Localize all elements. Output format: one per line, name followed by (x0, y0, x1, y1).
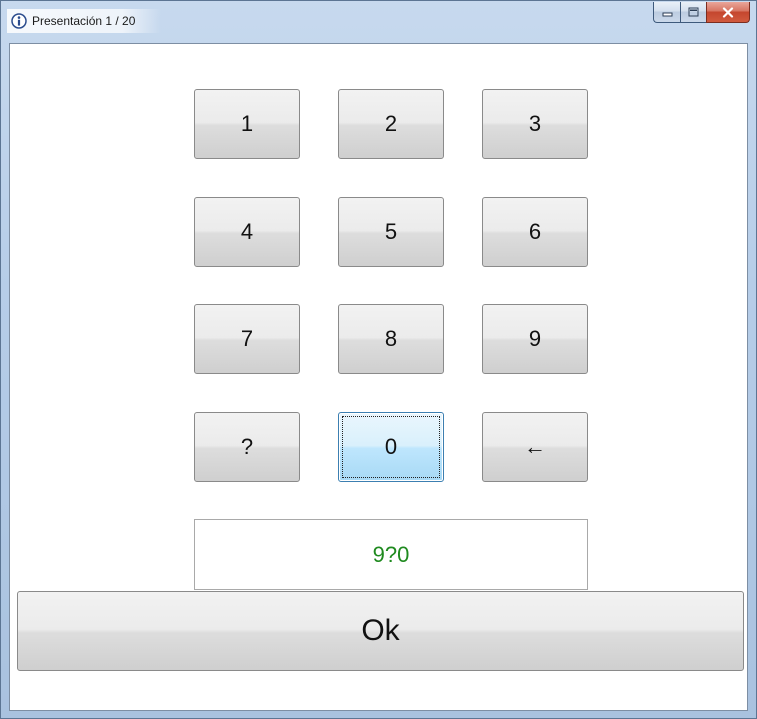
key-label: ← (524, 434, 546, 459)
key-label: 2 (384, 111, 398, 136)
key-label: 7 (240, 326, 254, 351)
app-window: Presentación 1 / 20 1 2 3 4 5 6 7 8 9 ? … (0, 0, 757, 719)
title-tab: Presentación 1 / 20 (7, 9, 162, 33)
close-button[interactable] (706, 2, 750, 23)
key-1[interactable]: 1 (194, 89, 300, 159)
key-5[interactable]: 5 (338, 197, 444, 267)
title-bar[interactable]: Presentación 1 / 20 (1, 1, 756, 43)
code-display: 9?0 (194, 519, 588, 590)
maximize-button[interactable] (680, 2, 706, 23)
key-2[interactable]: 2 (338, 89, 444, 159)
key-6[interactable]: 6 (482, 197, 588, 267)
minimize-button[interactable] (653, 2, 680, 23)
key-9[interactable]: 9 (482, 304, 588, 374)
info-icon (11, 13, 27, 29)
key-3[interactable]: 3 (482, 89, 588, 159)
key-7[interactable]: 7 (194, 304, 300, 374)
minimize-icon (662, 12, 672, 16)
key-4[interactable]: 4 (194, 197, 300, 267)
key-label: 6 (528, 219, 542, 244)
key-label: 5 (384, 219, 398, 244)
key-label: ? (240, 434, 254, 459)
ok-button[interactable]: Ok (17, 591, 744, 671)
key-label: 3 (528, 111, 542, 136)
code-display-value: 9?0 (372, 541, 410, 567)
caption-buttons (653, 2, 750, 24)
key-8[interactable]: 8 (338, 304, 444, 374)
key-backspace[interactable]: ← (482, 412, 588, 482)
key-label: 4 (240, 219, 254, 244)
maximize-icon (688, 7, 699, 17)
key-label: 1 (240, 111, 254, 136)
key-0[interactable]: 0 (338, 412, 444, 482)
key-label: 8 (384, 326, 398, 351)
ok-button-label: Ok (361, 614, 400, 647)
close-icon (722, 6, 734, 18)
window-title: Presentación 1 / 20 (32, 14, 136, 28)
key-question[interactable]: ? (194, 412, 300, 482)
focus-ring (342, 416, 440, 478)
key-label: 9 (528, 326, 542, 351)
